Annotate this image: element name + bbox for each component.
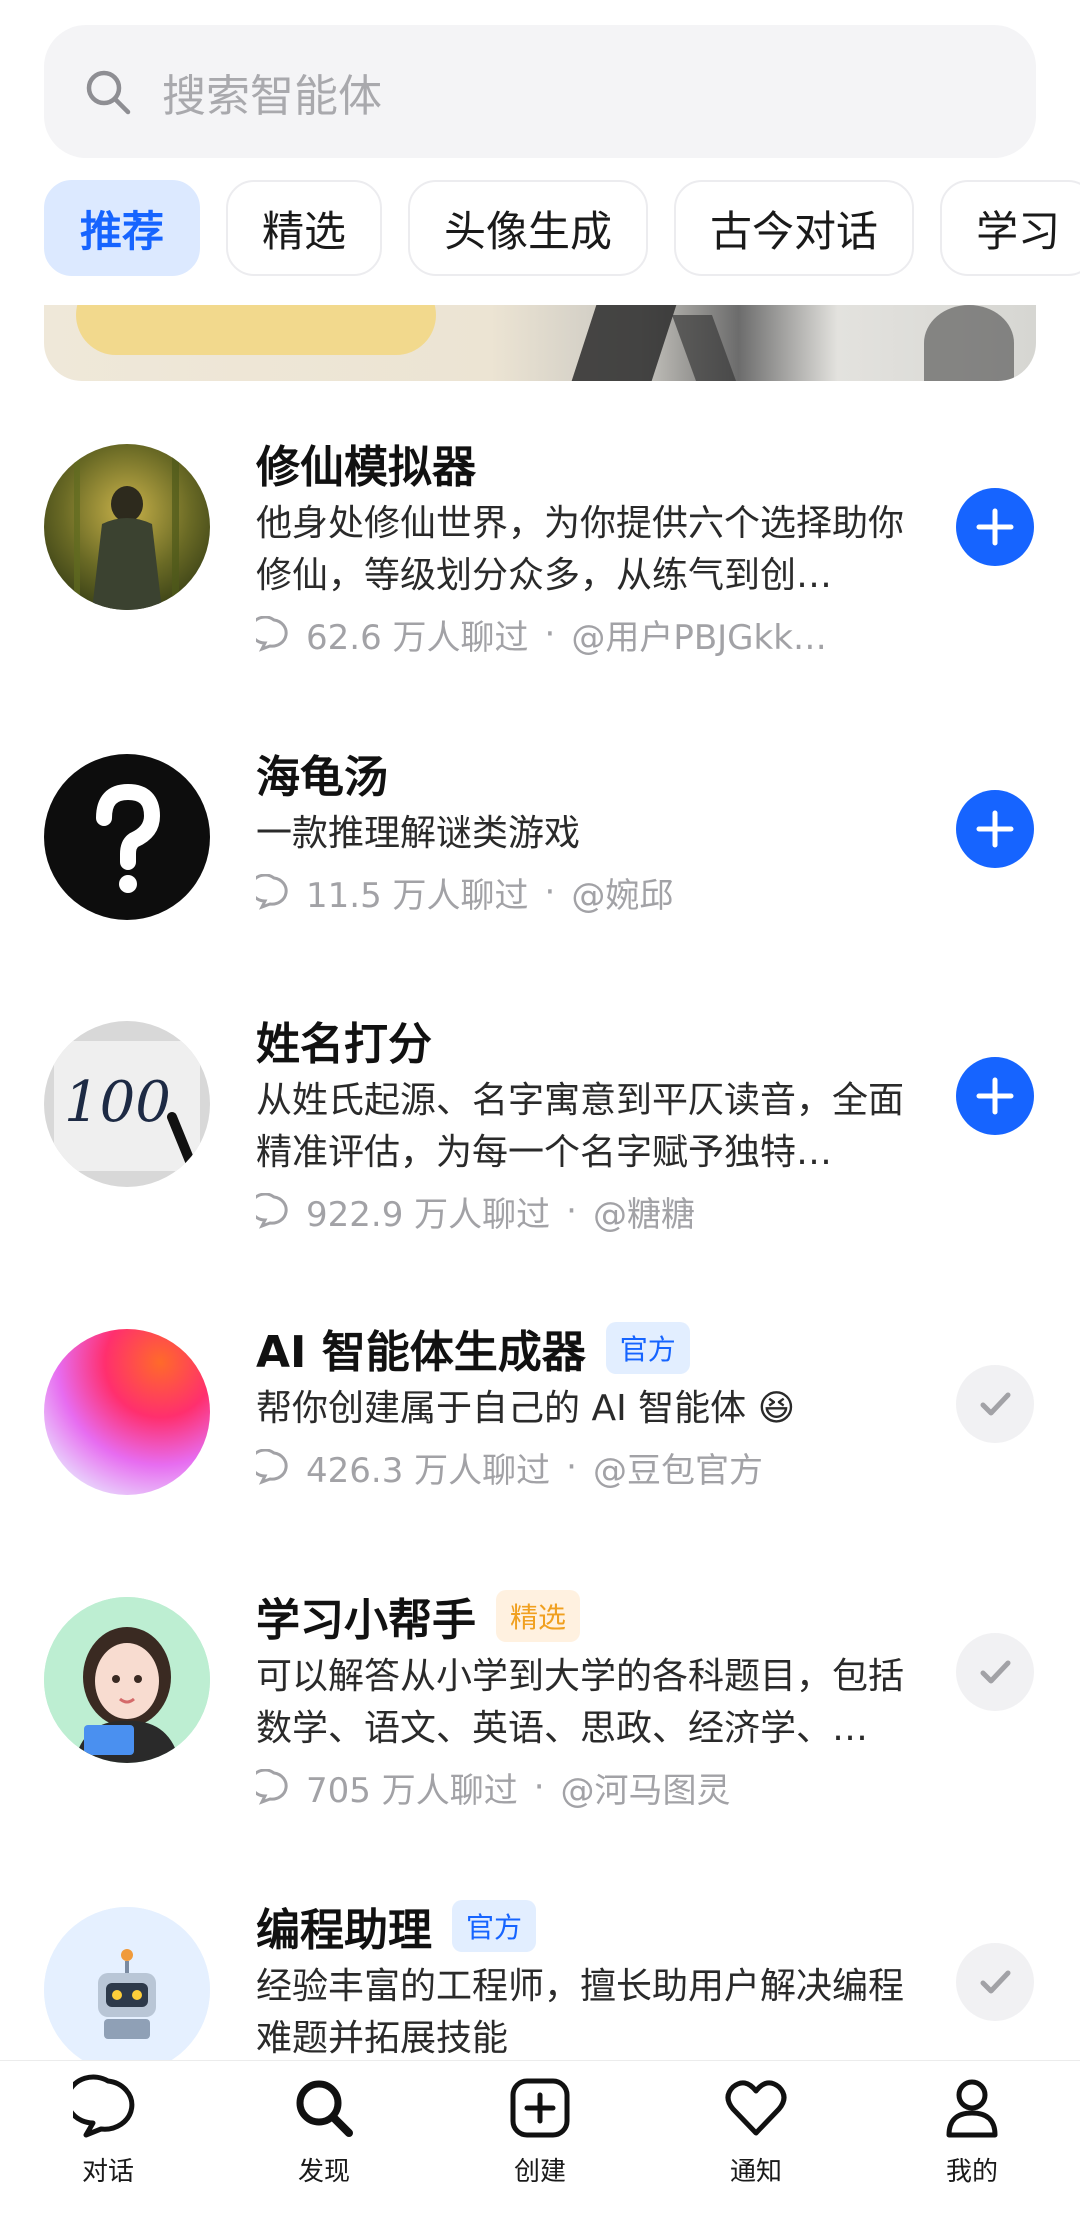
heart-icon <box>725 2080 787 2136</box>
official-badge: 官方 <box>605 1322 690 1374</box>
banner-button <box>76 305 436 355</box>
agent-author: @河马图灵 <box>560 1770 731 1811</box>
profile-icon <box>946 2079 998 2138</box>
tab-study[interactable]: 学习 <box>940 180 1080 276</box>
official-badge: 官方 <box>452 1900 537 1952</box>
avatar <box>44 444 210 610</box>
agent-author: @婉邱 <box>571 875 674 916</box>
agent-description: 从姓氏起源、名字寓意到平仄读音，全面精准评估，为每一个名字赋予独特… <box>256 1080 905 1173</box>
tab-avatar-generation[interactable]: 头像生成 <box>408 180 649 276</box>
agent-meta: 11.5 万人聊过 · @婉邱 <box>256 868 916 916</box>
chat-bubble-icon <box>256 874 288 910</box>
nav-label: 发现 <box>297 2157 350 2187</box>
agent-title: AI 智能体生成器 <box>256 1327 586 1378</box>
banner-ink-art <box>571 305 677 381</box>
agent-meta: 62.6 万人聊过 · @用户PBJGkk… <box>256 610 916 658</box>
agent-title: 编程助理 <box>256 1905 432 1956</box>
avatar <box>44 1597 210 1763</box>
svg-text:100: 100 <box>64 1070 171 1135</box>
chat-count: 705 万人聊过 <box>306 1770 518 1811</box>
add-agent-button[interactable] <box>956 1057 1034 1135</box>
chat-count: 922.9 万人聊过 <box>306 1194 551 1235</box>
tab-ancient-dialogue[interactable]: 古今对话 <box>674 180 915 276</box>
banner-ink-art <box>924 305 1014 381</box>
avatar <box>44 1907 210 2073</box>
banner-ink-art <box>671 315 737 381</box>
chat-bubble-icon <box>256 1193 288 1229</box>
featured-badge: 精选 <box>496 1590 581 1642</box>
nav-label: 我的 <box>945 2157 998 2187</box>
avatar <box>44 1329 210 1495</box>
plus-icon <box>976 508 1014 546</box>
agent-description: 可以解答从小学到大学的各科题目，包括数学、语文、英语、思政、经济学、… <box>256 1656 905 1749</box>
separator-dot: · <box>544 872 556 912</box>
agent-description: 经验丰富的工程师，擅长助用户解决编程难题并拓展技能 <box>256 1966 905 2059</box>
nav-label: 对话 <box>81 2157 134 2187</box>
agent-description: 他身处修仙世界，为你提供六个选择助你修仙，等级划分众多，从练气到创… <box>256 503 905 596</box>
avatar <box>44 754 210 920</box>
separator-dot: · <box>544 614 556 654</box>
separator-dot: · <box>566 1447 577 1487</box>
check-icon <box>980 1392 1011 1416</box>
avatar: 100 <box>44 1021 210 1187</box>
added-agent-button[interactable] <box>956 1365 1034 1443</box>
search-icon <box>296 2080 353 2137</box>
added-agent-button[interactable] <box>956 1633 1034 1711</box>
category-tabs: 推荐 精选 头像生成 古今对话 学习 <box>44 180 1080 280</box>
plus-icon <box>976 810 1014 848</box>
chat-bubble-icon <box>256 616 288 652</box>
plus-icon <box>976 1077 1014 1115</box>
bottom-nav: 对话 发现 创建 通知 我的 <box>0 2060 1080 2215</box>
tab-featured[interactable]: 精选 <box>226 180 383 276</box>
agent-title: 学习小帮手 <box>256 1595 476 1646</box>
add-agent-button[interactable] <box>956 488 1034 566</box>
nav-chat[interactable]: 对话 <box>0 2061 216 2215</box>
check-icon <box>980 1660 1011 1684</box>
agent-author: @豆包官方 <box>592 1450 763 1491</box>
agent-meta: 426.3 万人聊过 · @豆包官方 <box>256 1443 916 1491</box>
search-icon <box>86 70 131 114</box>
chat-icon <box>73 2074 135 2138</box>
separator-dot: · <box>533 1767 545 1807</box>
agent-description: 帮你创建属于自己的 AI 智能体 😆 <box>256 1388 796 1429</box>
nav-label: 通知 <box>729 2157 782 2187</box>
chat-count: 426.3 万人聊过 <box>306 1450 551 1491</box>
added-agent-button[interactable] <box>956 1943 1034 2021</box>
agent-description: 一款推理解谜类游戏 <box>256 813 581 854</box>
chat-bubble-icon <box>256 1769 288 1805</box>
agent-title: 海龟汤 <box>256 752 388 803</box>
agent-author: @糖糖 <box>592 1194 695 1235</box>
nav-notifications[interactable]: 通知 <box>648 2061 864 2215</box>
agent-meta: 922.9 万人聊过 · @糖糖 <box>256 1187 916 1235</box>
agent-title: 姓名打分 <box>256 1019 432 1070</box>
separator-dot: · <box>566 1191 577 1231</box>
nav-discover[interactable]: 发现 <box>216 2061 432 2215</box>
agent-author: @用户PBJGkk… <box>571 617 827 658</box>
chat-count: 62.6 万人聊过 <box>306 617 529 658</box>
nav-profile[interactable]: 我的 <box>864 2061 1080 2215</box>
chat-bubble-icon <box>256 1449 288 1485</box>
promo-banner[interactable] <box>44 305 1036 381</box>
nav-label: 创建 <box>513 2157 566 2187</box>
tab-recommended[interactable]: 推荐 <box>44 180 201 276</box>
check-icon <box>980 1970 1011 1994</box>
search-input[interactable]: 搜索智能体 <box>162 60 382 124</box>
search-bar[interactable]: 搜索智能体 <box>44 25 1036 158</box>
add-agent-button[interactable] <box>956 790 1034 868</box>
agent-title: 修仙模拟器 <box>256 442 476 493</box>
agent-meta: 705 万人聊过 · @河马图灵 <box>256 1763 916 1811</box>
chat-count: 11.5 万人聊过 <box>306 875 529 916</box>
plus-square-icon <box>510 2078 570 2138</box>
nav-create[interactable]: 创建 <box>432 2061 648 2215</box>
